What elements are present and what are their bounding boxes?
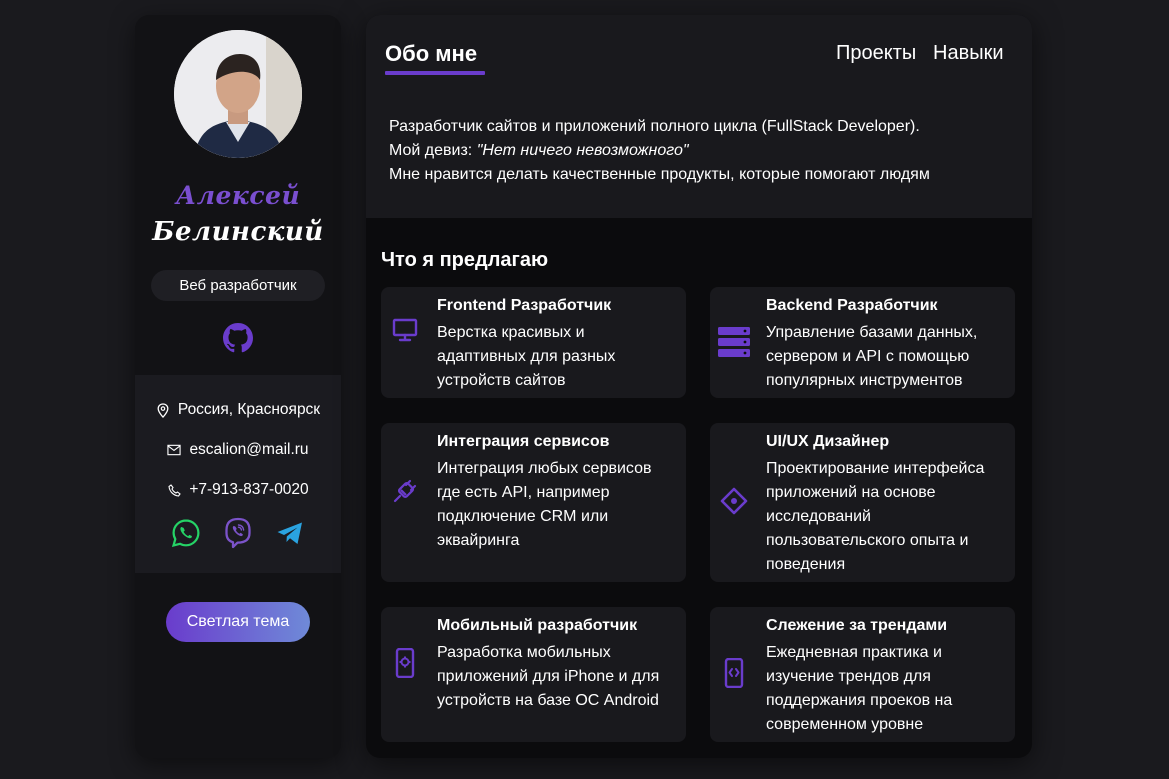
- about-line-1: Разработчик сайтов и приложений полного …: [389, 118, 920, 135]
- tab-skills[interactable]: Навыки: [933, 42, 1004, 65]
- about-section: Обо мне Проекты Навыки Разработчик сайто…: [366, 15, 1032, 218]
- location-pin-icon: [156, 402, 170, 418]
- role-badge: Веб разработчик: [151, 270, 325, 301]
- main-panel: Обо мне Проекты Навыки Разработчик сайто…: [366, 15, 1032, 758]
- tab-about[interactable]: Обо мне: [385, 41, 477, 67]
- offer-text: Разработка мобильных приложений для iPho…: [437, 644, 660, 709]
- design-icon: [720, 487, 748, 515]
- offer-text: Интеграция любых сервисов где есть API, …: [437, 460, 652, 549]
- offer-card-mobile: Мобильный разработчик Разработка мобильн…: [381, 607, 686, 742]
- active-tab-underline: [385, 71, 485, 75]
- offer-card-frontend: Frontend Разработчик Верстка красивых и …: [381, 287, 686, 398]
- contacts-block: Россия, Красноярск escalion@mail.ru +7-9…: [135, 375, 341, 573]
- messengers: [135, 517, 341, 551]
- mail-icon: [167, 442, 182, 458]
- offer-card-trends: Слежение за трендами Ежедневная практика…: [710, 607, 1015, 742]
- viber-icon[interactable]: [223, 517, 253, 549]
- github-icon[interactable]: [223, 323, 253, 353]
- avatar: [174, 30, 302, 158]
- phone-icon: [167, 482, 181, 498]
- offer-title: Слежение за трендами: [766, 617, 948, 634]
- monitor-icon: [391, 316, 419, 344]
- offer-title: Frontend Разработчик: [437, 297, 612, 314]
- about-line-2: Мой девиз: "Нет ничего невозможного": [389, 142, 689, 160]
- first-name: Алексей: [175, 181, 301, 210]
- motto-prefix: Мой девиз:: [389, 142, 477, 159]
- offer-text: Верстка красивых и адаптивных для разных…: [437, 324, 616, 389]
- offer-title: Мобильный разработчик: [437, 617, 638, 634]
- motto-text: "Нет ничего невозможного": [476, 142, 689, 159]
- theme-toggle-button[interactable]: Светлая тема: [166, 602, 310, 642]
- telegram-icon[interactable]: [275, 517, 305, 549]
- phone-link[interactable]: +7-913-837-0020: [189, 481, 308, 499]
- location-row: Россия, Красноярск: [135, 399, 341, 421]
- server-icon: [717, 327, 751, 357]
- offer-card-integration: Интеграция сервисов Интеграция любых сер…: [381, 423, 686, 582]
- email-row[interactable]: escalion@mail.ru: [135, 439, 341, 461]
- phone-row[interactable]: +7-913-837-0020: [135, 479, 341, 501]
- offers-title: Что я предлагаю: [381, 249, 549, 271]
- about-line-3: Мне нравится делать качественные продукт…: [389, 166, 930, 183]
- location-text: Россия, Красноярск: [177, 401, 321, 418]
- offer-card-uiux: UI/UX Дизайнер Проектирование интерфейса…: [710, 423, 1015, 582]
- offer-text: Ежедневная практика и изучение трендов д…: [766, 644, 953, 733]
- tab-projects[interactable]: Проекты: [836, 42, 916, 65]
- mobile-settings-icon: [391, 648, 419, 678]
- sidebar: Алексей Белинский Веб разработчик Россия…: [135, 15, 341, 758]
- email-link[interactable]: escalion@mail.ru: [189, 441, 308, 459]
- offer-title: UI/UX Дизайнер: [766, 433, 890, 450]
- offer-text: Проектирование интерфейса приложений на …: [766, 460, 985, 573]
- offer-card-backend: Backend Разработчик Управление базами да…: [710, 287, 1015, 398]
- whatsapp-icon[interactable]: [171, 517, 201, 549]
- mobile-code-icon: [720, 658, 748, 688]
- offer-title: Backend Разработчик: [766, 297, 938, 314]
- offer-text: Управление базами данных, сервером и API…: [766, 324, 978, 389]
- offer-title: Интеграция сервисов: [437, 433, 610, 450]
- plug-icon: [391, 477, 419, 505]
- last-name: Белинский: [152, 217, 324, 247]
